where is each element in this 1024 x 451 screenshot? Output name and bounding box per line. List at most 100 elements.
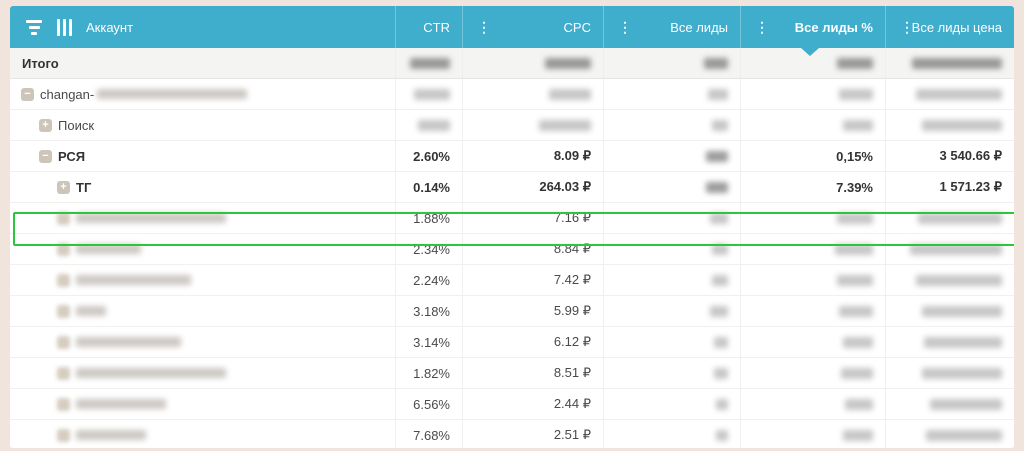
cpc-cell: 5.99 ₽ (462, 296, 603, 326)
redacted-toggle-icon[interactable]: + (57, 305, 70, 318)
column-header-leads[interactable]: ⋮ Все лиды (603, 6, 740, 48)
table-row[interactable]: +2.34%8.84 ₽ (10, 234, 1014, 265)
redacted-value (922, 120, 1002, 131)
ctr-cell (395, 110, 462, 140)
cell-value: 0.14% (413, 180, 450, 195)
table-row[interactable]: +7.68%2.51 ₽ (10, 420, 1014, 448)
leads_pct-cell (740, 110, 885, 140)
column-header-leads_pct[interactable]: ⋮Все лиды % (740, 6, 885, 48)
cell-value: 5.99 ₽ (554, 303, 591, 319)
table-row[interactable]: +1.82% 8.51 ₽ (10, 358, 1014, 389)
ctr-cell: 7.68% (395, 420, 462, 448)
cpc-cell: 8.09 ₽ (462, 141, 603, 171)
redacted-toggle-icon[interactable]: + (57, 212, 70, 225)
redacted-value (922, 306, 1002, 317)
redacted-value (926, 430, 1002, 441)
redacted-value (837, 213, 873, 224)
cpc-cell: 8.84 ₽ (462, 234, 603, 264)
filter-icon[interactable] (25, 20, 43, 35)
redacted-value (545, 58, 591, 69)
ctr-cell (395, 48, 462, 78)
leads-cell (603, 327, 740, 357)
redacted-value (716, 399, 728, 410)
redacted-value (706, 151, 728, 162)
table-row[interactable]: −РСЯ2.60%8.09 ₽0,15%3 540.66 ₽ (10, 141, 1014, 172)
column-menu-icon[interactable]: ⋮ (755, 20, 769, 34)
cell-value: 7.39% (836, 180, 873, 195)
redacted-value (916, 89, 1002, 100)
ctr-cell: 1.88% (395, 203, 462, 233)
leads_pct-cell (740, 265, 885, 295)
leads_cost-cell (885, 203, 1014, 233)
table-row[interactable]: +ТГ0.14%264.03 ₽7.39%1 571.23 ₽ (10, 172, 1014, 203)
redacted-value (835, 244, 873, 255)
cpc-cell (462, 48, 603, 78)
table-row[interactable]: −changan- (10, 79, 1014, 110)
expand-icon[interactable]: + (57, 181, 70, 194)
redacted-toggle-icon[interactable]: + (57, 336, 70, 349)
sort-indicator-notch (801, 48, 819, 56)
column-label-account: Аккаунт (86, 20, 133, 35)
leads_cost-cell (885, 389, 1014, 419)
column-header-leads_cost[interactable]: ⋮Все лиды цена (885, 6, 1014, 48)
account-cell: + (10, 327, 395, 357)
table-header: Аккаунт CTR ⋮ CPC ⋮ Все лиды ⋮Все лиды %⋮Все … (10, 6, 1014, 48)
leads_cost-cell (885, 48, 1014, 78)
redacted-value (837, 275, 873, 286)
cpc-cell: 264.03 ₽ (462, 172, 603, 202)
leads_cost-cell (885, 234, 1014, 264)
redacted-row-label (76, 213, 226, 223)
table-row[interactable]: +1.88%7.16 ₽ (10, 203, 1014, 234)
column-menu-icon[interactable]: ⋮ (618, 20, 632, 34)
account-cell: −РСЯ (10, 141, 395, 171)
column-header-account[interactable]: Аккаунт (10, 6, 395, 48)
redacted-value (704, 58, 728, 69)
column-label: CPC (564, 20, 591, 35)
column-menu-icon[interactable]: ⋮ (477, 20, 491, 34)
leads-cell (603, 203, 740, 233)
redacted-toggle-icon[interactable]: + (57, 429, 70, 442)
redacted-toggle-icon[interactable]: + (57, 243, 70, 256)
redacted-value (841, 368, 873, 379)
column-header-cpc[interactable]: ⋮ CPC (462, 6, 603, 48)
redacted-toggle-icon[interactable]: + (57, 398, 70, 411)
columns-icon[interactable] (57, 19, 72, 36)
redacted-row-label (76, 399, 166, 409)
redacted-value (539, 120, 591, 131)
cpc-cell: 7.42 ₽ (462, 265, 603, 295)
table-row[interactable]: +2.24%7.42 ₽ (10, 265, 1014, 296)
account-cell: + (10, 296, 395, 326)
collapse-icon[interactable]: − (21, 88, 34, 101)
redacted-row-label (76, 430, 146, 440)
collapse-icon[interactable]: − (39, 150, 52, 163)
redacted-toggle-icon[interactable]: + (57, 367, 70, 380)
table-row[interactable]: +Поиск (10, 110, 1014, 141)
column-header-ctr[interactable]: CTR (395, 6, 462, 48)
redacted-value (837, 58, 873, 69)
redacted-value (843, 337, 873, 348)
cell-value: 8.51 ₽ (554, 365, 591, 381)
account-cell: + (10, 265, 395, 295)
cell-value: 1.88% (413, 211, 450, 226)
redacted-toggle-icon[interactable]: + (57, 274, 70, 287)
column-menu-icon[interactable]: ⋮ (900, 20, 914, 34)
cell-value: 8.84 ₽ (554, 241, 591, 257)
table-row[interactable]: Итого (10, 48, 1014, 79)
table-row[interactable]: +3.14% 6.12 ₽ (10, 327, 1014, 358)
expand-icon[interactable]: + (39, 119, 52, 132)
leads-cell (603, 265, 740, 295)
cell-value: 6.12 ₽ (554, 334, 591, 350)
account-cell: +Поиск (10, 110, 395, 140)
leads-cell (603, 358, 740, 388)
table-row[interactable]: +3.18%5.99 ₽ (10, 296, 1014, 327)
table-row[interactable]: +6.56%2.44 ₽ (10, 389, 1014, 420)
account-cell: +ТГ (10, 172, 395, 202)
cell-value: 3 540.66 ₽ (940, 148, 1003, 164)
account-cell: −changan- (10, 79, 395, 109)
column-label: Все лиды (670, 20, 728, 35)
cell-value: 3.14% (413, 335, 450, 350)
table-body: Итого−changan-+Поиск−РСЯ2.60%8.09 ₽0,15%… (10, 48, 1014, 448)
ctr-cell: 1.82% (395, 358, 462, 388)
redacted-value (706, 182, 728, 193)
account-cell: + (10, 358, 395, 388)
